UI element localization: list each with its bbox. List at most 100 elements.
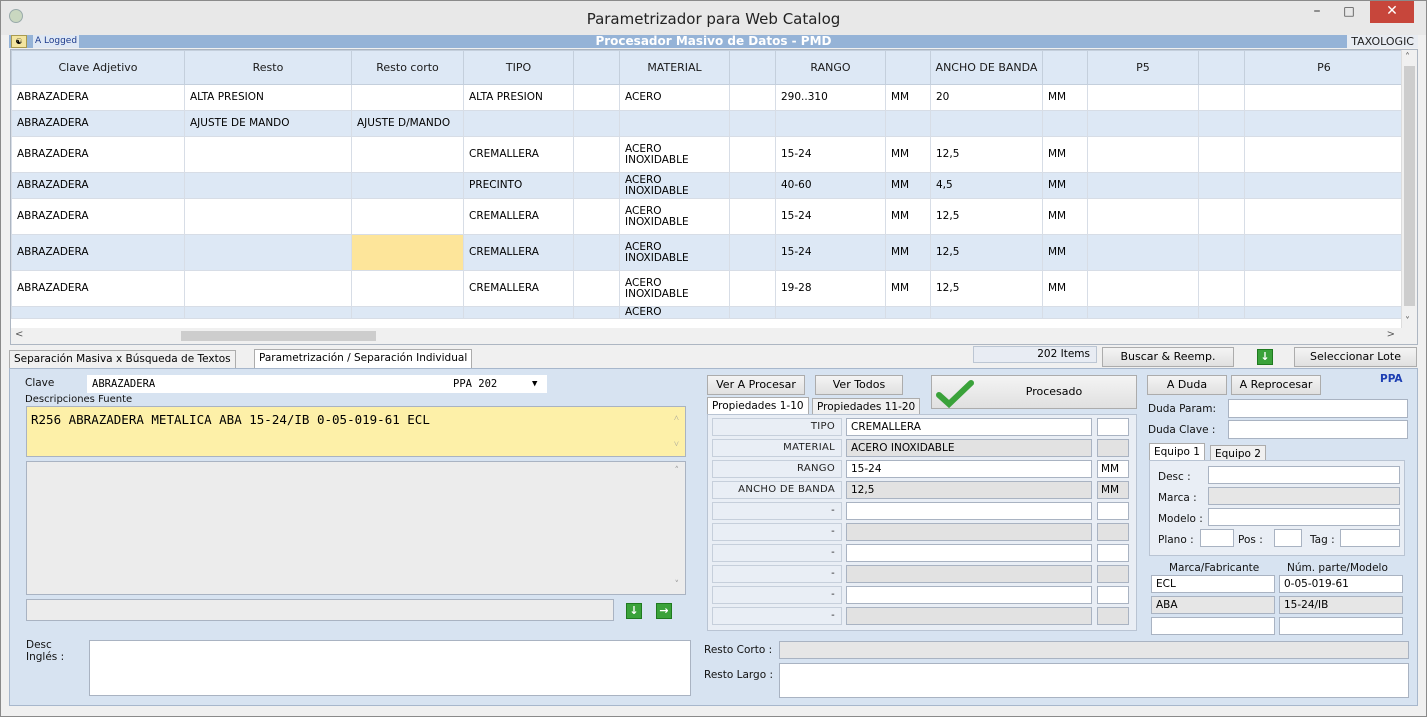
property-value-field[interactable]: ACERO INOXIDABLE bbox=[846, 439, 1092, 457]
property-unit-field[interactable] bbox=[1097, 607, 1129, 625]
table-cell[interactable] bbox=[1244, 84, 1404, 111]
a-reprocesar-button[interactable]: A Reprocesar bbox=[1231, 375, 1321, 395]
table-row[interactable]: ACERO bbox=[11, 306, 1404, 319]
table-cell[interactable] bbox=[573, 136, 620, 173]
property-value-field[interactable]: 15-24 bbox=[846, 460, 1092, 478]
table-cell[interactable] bbox=[775, 110, 886, 137]
table-cell[interactable]: 12,5 bbox=[930, 136, 1043, 173]
desc-edit-field[interactable] bbox=[26, 599, 614, 621]
seleccionar-lote-button[interactable]: Seleccionar Lote bbox=[1294, 347, 1417, 367]
table-cell[interactable]: 4,5 bbox=[930, 172, 1043, 199]
table-cell[interactable] bbox=[1198, 306, 1245, 319]
table-cell[interactable] bbox=[930, 306, 1043, 319]
property-unit-field[interactable] bbox=[1097, 502, 1129, 520]
table-cell[interactable] bbox=[1244, 234, 1404, 271]
desc-fuente-field[interactable]: R256 ABRAZADERA METALICA ABA 15-24/IB 0-… bbox=[26, 406, 686, 457]
table-row[interactable]: ABRAZADERA CREMALLERA ACERO INOXIDABLE 15-2… bbox=[11, 136, 1404, 173]
table-cell[interactable]: MM bbox=[1042, 136, 1088, 173]
table-cell[interactable] bbox=[184, 198, 352, 235]
table-cell[interactable]: 20 bbox=[930, 84, 1043, 111]
scroll-up-icon[interactable]: ˄ bbox=[675, 466, 680, 476]
column-header[interactable]: Resto corto bbox=[351, 50, 464, 85]
table-cell[interactable]: 15-24 bbox=[775, 136, 886, 173]
chevron-down-icon[interactable]: ▼ bbox=[532, 376, 537, 392]
table-cell[interactable]: MM bbox=[885, 172, 931, 199]
tab-propiedades-1-10[interactable]: Propiedades 1-10 bbox=[707, 397, 809, 415]
table-cell[interactable] bbox=[1198, 234, 1245, 271]
mfr-modelo-field[interactable]: 15-24/IB bbox=[1279, 596, 1403, 614]
table-cell[interactable] bbox=[573, 84, 620, 111]
maximize-icon[interactable]: □ bbox=[1334, 1, 1364, 23]
table-row[interactable]: ABRAZADERA PRECINTO ACERO INOXIDABLE 40-60 M… bbox=[11, 172, 1404, 199]
table-cell[interactable] bbox=[351, 306, 464, 319]
minimize-icon[interactable]: – bbox=[1302, 1, 1332, 23]
property-value-field[interactable] bbox=[846, 565, 1092, 583]
table-cell[interactable] bbox=[184, 172, 352, 199]
table-cell[interactable]: ABRAZADERA bbox=[11, 136, 185, 173]
table-cell[interactable]: ALTA PRESION bbox=[463, 84, 574, 111]
property-unit-field[interactable] bbox=[1097, 523, 1129, 541]
scroll-down-icon[interactable]: ˅ bbox=[1405, 316, 1410, 327]
table-row[interactable]: ABRAZADERA CREMALLERA ACERO INOXIDABLE 19-2… bbox=[11, 270, 1404, 307]
table-cell[interactable] bbox=[1198, 84, 1245, 111]
desc-ingles-field[interactable] bbox=[89, 640, 691, 696]
table-cell[interactable] bbox=[729, 110, 776, 137]
table-cell[interactable]: ABRAZADERA bbox=[11, 110, 185, 137]
equipo-modelo-field[interactable] bbox=[1208, 508, 1400, 526]
table-cell[interactable] bbox=[885, 110, 931, 137]
buscar-reemp-button[interactable]: Buscar & Reemp. bbox=[1102, 347, 1234, 367]
table-cell[interactable]: ACERO INOXIDABLE bbox=[619, 198, 730, 235]
column-header[interactable]: P5 bbox=[1087, 50, 1199, 85]
table-cell[interactable] bbox=[351, 136, 464, 173]
table-cell[interactable]: PRECINTO bbox=[463, 172, 574, 199]
table-cell[interactable]: 12,5 bbox=[930, 234, 1043, 271]
table-cell[interactable] bbox=[1087, 270, 1199, 307]
table-cell[interactable] bbox=[1198, 172, 1245, 199]
table-cell[interactable]: CREMALLERA bbox=[463, 234, 574, 271]
property-value-field[interactable]: CREMALLERA bbox=[846, 418, 1092, 436]
table-cell[interactable] bbox=[1087, 110, 1199, 137]
scroll-up-icon[interactable]: ˄ bbox=[1405, 52, 1410, 63]
table-cell[interactable] bbox=[729, 198, 776, 235]
table-cell[interactable] bbox=[351, 172, 464, 199]
table-row[interactable]: ABRAZADERA ALTA PRESION ALTA PRESION ACERO 2… bbox=[11, 84, 1404, 111]
table-cell[interactable] bbox=[573, 198, 620, 235]
table-cell[interactable] bbox=[184, 306, 352, 319]
table-row[interactable]: ABRAZADERA CREMALLERA ACERO INOXIDABLE 15-2… bbox=[11, 198, 1404, 235]
table-cell[interactable]: ACERO INOXIDABLE bbox=[619, 234, 730, 271]
close-icon[interactable]: ✕ bbox=[1370, 1, 1414, 23]
property-value-field[interactable] bbox=[846, 586, 1092, 604]
table-cell[interactable] bbox=[11, 306, 185, 319]
ver-a-procesar-button[interactable]: Ver A Procesar bbox=[707, 375, 805, 395]
property-unit-field[interactable] bbox=[1097, 586, 1129, 604]
table-cell[interactable] bbox=[1087, 198, 1199, 235]
property-unit-field[interactable] bbox=[1097, 439, 1129, 457]
table-cell[interactable] bbox=[184, 270, 352, 307]
property-unit-field[interactable] bbox=[1097, 544, 1129, 562]
property-unit-field[interactable] bbox=[1097, 565, 1129, 583]
table-cell[interactable]: AJUSTE DE MANDO bbox=[184, 110, 352, 137]
mfr-marca-field[interactable]: ABA bbox=[1151, 596, 1275, 614]
table-cell[interactable]: ACERO INOXIDABLE bbox=[619, 270, 730, 307]
desc-list-field[interactable]: ˄ ˅ bbox=[26, 461, 686, 595]
a-duda-button[interactable]: A Duda bbox=[1147, 375, 1227, 395]
download-icon[interactable]: ↓ bbox=[626, 603, 642, 619]
table-cell[interactable]: 15-24 bbox=[775, 234, 886, 271]
column-header[interactable] bbox=[885, 50, 931, 85]
table-cell[interactable] bbox=[1087, 136, 1199, 173]
property-value-field[interactable] bbox=[846, 544, 1092, 562]
column-header[interactable]: P6 bbox=[1244, 50, 1404, 85]
table-cell[interactable] bbox=[930, 110, 1043, 137]
property-value-field[interactable]: 12,5 bbox=[846, 481, 1092, 499]
table-cell[interactable]: ACERO INOXIDABLE bbox=[619, 172, 730, 199]
resto-corto-field[interactable] bbox=[779, 641, 1409, 659]
table-cell[interactable]: MM bbox=[1042, 198, 1088, 235]
table-cell[interactable] bbox=[351, 270, 464, 307]
ver-todos-button[interactable]: Ver Todos bbox=[815, 375, 903, 395]
table-cell[interactable] bbox=[573, 110, 620, 137]
table-cell[interactable] bbox=[1198, 110, 1245, 137]
table-cell[interactable] bbox=[1198, 136, 1245, 173]
table-row[interactable]: ABRAZADERA AJUSTE DE MANDO AJUSTE D/MANDO bbox=[11, 110, 1404, 137]
table-cell[interactable]: 19-28 bbox=[775, 270, 886, 307]
column-header[interactable] bbox=[729, 50, 776, 85]
